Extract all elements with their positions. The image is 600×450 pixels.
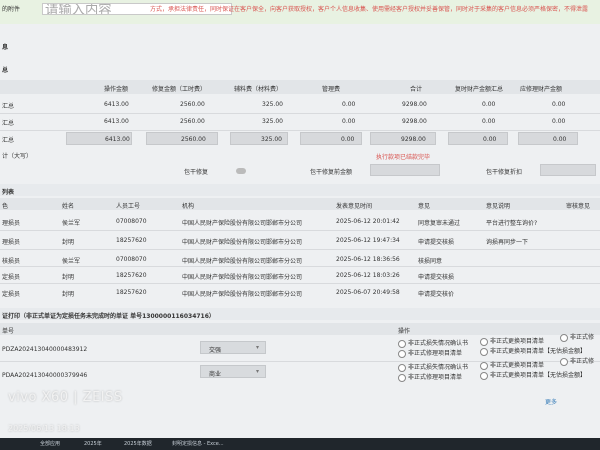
print-option[interactable]: 非正式修 xyxy=(560,332,594,342)
document-print-section: 证打印（非正式单证为定损任务未完成时的单证 单号1300000116034716… xyxy=(0,308,600,320)
insurance-type-select[interactable]: 商业 ▾ xyxy=(200,365,266,378)
print-table-header: 单号 操作 xyxy=(0,323,600,335)
taskbar-item[interactable]: 封明定损信息 - Exce... xyxy=(172,440,224,448)
print-option[interactable]: 非正式修理项目清单 xyxy=(398,372,462,382)
os-taskbar: 全部应用 2025年 2025年数据 封明定损信息 - Exce... xyxy=(0,438,600,450)
summary-row-label: 汇总 xyxy=(2,120,15,127)
summary-cell: 0.00 xyxy=(482,101,496,108)
summary-cell: 0.00 xyxy=(552,101,566,108)
camera-watermark-brand: vivo X60 | ZEISS xyxy=(8,390,123,405)
amount-field[interactable]: 2560.00 xyxy=(146,132,218,145)
taskbar-item[interactable]: 2025年 xyxy=(84,440,102,448)
opinion-list-section: 列表 xyxy=(0,184,600,196)
summary-row-editable: 汇总 6413.00 2560.00 325.00 0.00 9298.00 0… xyxy=(0,131,600,147)
opinion-list-title: 列表 xyxy=(2,189,15,196)
document-print-title: 证打印（非正式单证为定损任务未完成时的单证 单号1300000116034716… xyxy=(2,313,215,320)
table-row[interactable]: 定损员 封明 18257620 中国人民财产保险股份有限公司邯郸市分公司 202… xyxy=(0,284,600,299)
package-repair-label: 包干修复 xyxy=(184,169,209,176)
section-label-info: 息 xyxy=(2,44,9,51)
taskbar-item[interactable]: 全部应用 xyxy=(40,440,60,448)
print-option[interactable]: 非正式修理项目清单 xyxy=(398,348,462,358)
section-label-summary: 总 xyxy=(2,67,9,74)
policy-number: PDZA202413040000483912 xyxy=(2,346,88,353)
amount-field[interactable]: 0.00 xyxy=(518,132,578,145)
summary-header: 操作金额 修复金额（工时费） 辅料费（材料费） 管理费 合计 复时财产金额汇总 … xyxy=(0,80,600,94)
app-screen: 的附件 方式，承担法律责任，同时保证在客户保全，向客户获取授权，客户个人信息收集… xyxy=(0,0,600,450)
amount-field[interactable]: 6413.00 xyxy=(66,132,132,145)
summary-cell: 9298.00 xyxy=(402,101,427,108)
radio-icon xyxy=(480,361,488,370)
summary-row-label: 汇总 xyxy=(2,137,15,144)
chevron-down-icon: ▾ xyxy=(255,344,259,351)
opinion-list-header: 色 姓名 人员工号 机构 发表意见时间 意见 意见说明 审核意见 xyxy=(0,198,600,210)
summary-col-4: 管理费 xyxy=(322,86,341,93)
summary-col-6: 复时财产金额汇总 xyxy=(455,86,504,93)
print-option[interactable]: 非正式损失情况确认书 xyxy=(398,362,468,372)
summary-cell: 6413.00 xyxy=(104,101,129,108)
print-option[interactable]: 非正式损失情况确认书 xyxy=(398,338,468,348)
summary-col-1: 操作金额 xyxy=(104,86,129,93)
print-row: PDAA202413040000379946 商业 ▾ 非正式损失情况确认书 非正… xyxy=(0,357,600,386)
pre-repair-amount-label: 包干修复前金额 xyxy=(310,169,353,176)
print-option[interactable]: 非正式更换项目清单【无估损金额】 xyxy=(480,370,586,380)
summary-cell: 0.00 xyxy=(482,118,496,125)
summary-cell: 0.00 xyxy=(342,118,356,125)
notice-text: 方式，承担法律责任，同时保证在客户保全，向客户获取授权，客户个人信息收集、使用需… xyxy=(150,6,589,13)
attachment-label: 的附件 xyxy=(2,6,21,13)
print-option[interactable]: 非正式修 xyxy=(560,356,594,366)
summary-cell: 0.00 xyxy=(342,101,356,108)
payment-status-note: 执行款项已结款完毕 xyxy=(376,154,431,161)
package-repair-toggle[interactable] xyxy=(236,168,246,174)
summary-cell: 0.00 xyxy=(552,118,566,125)
pre-repair-amount-input[interactable] xyxy=(370,164,440,176)
radio-icon xyxy=(560,333,568,342)
amount-field[interactable]: 0.00 xyxy=(448,132,508,145)
summary-cell: 2560.00 xyxy=(180,101,205,108)
radio-icon xyxy=(480,347,488,356)
amount-in-words-label: 计（大写） xyxy=(2,153,33,160)
summary-row-label: 汇总 xyxy=(2,103,15,110)
summary-cell: 2560.00 xyxy=(180,118,205,125)
policy-number: PDAA202413040000379946 xyxy=(2,372,88,379)
summary-cell: 325.00 xyxy=(262,118,283,125)
summary-col-7: 应修理财产金额 xyxy=(520,86,563,93)
table-row[interactable]: 理损员 封明 18257620 中国人民财产保险股份有限公司邯郸市分公司 202… xyxy=(0,232,600,247)
repair-fields: 包干修复 包干修复前金额 包干修复折扣 xyxy=(0,163,600,177)
amount-field[interactable]: 325.00 xyxy=(230,132,288,145)
print-row: PDZA202413040000483912 交强 ▾ 非正式损失情况确认书 非正… xyxy=(0,333,600,360)
notice-bar: 的附件 方式，承担法律责任，同时保证在客户保全，向客户获取授权，客户个人信息收集… xyxy=(0,0,600,24)
print-option[interactable]: 非正式更换项目清单 xyxy=(480,336,544,346)
summary-col-2: 修复金额（工时费） xyxy=(152,86,207,93)
insurance-type-select[interactable]: 交强 ▾ xyxy=(200,341,266,354)
chevron-down-icon: ▾ xyxy=(255,368,259,375)
repair-discount-label: 包干修复折扣 xyxy=(486,169,523,176)
repair-discount-input[interactable] xyxy=(540,164,596,176)
camera-watermark-datetime: 2025/06/13 18:13 xyxy=(8,424,80,433)
amount-field[interactable]: 9298.00 xyxy=(370,132,436,145)
taskbar-item[interactable]: 2025年数据 xyxy=(124,440,152,448)
summary-row: 汇总 6413.00 2560.00 325.00 0.00 9298.00 0… xyxy=(0,114,600,130)
summary-col-5: 合计 xyxy=(410,86,423,93)
summary-cell: 325.00 xyxy=(262,101,283,108)
summary-cell: 6413.00 xyxy=(104,118,129,125)
print-option[interactable]: 非正式更换项目清单 xyxy=(480,360,544,370)
radio-icon xyxy=(560,357,568,366)
summary-cell: 9298.00 xyxy=(402,118,427,125)
table-row[interactable]: 理损员 侯兰军 07008070 中国人民财产保险股份有限公司邯郸市分公司 20… xyxy=(0,213,600,228)
print-option[interactable]: 非正式更换项目清单【无估损金额】 xyxy=(480,346,586,356)
radio-icon xyxy=(398,373,406,382)
radio-icon xyxy=(398,363,406,372)
radio-icon xyxy=(398,339,406,348)
summary-row: 汇总 6413.00 2560.00 325.00 0.00 9298.00 0… xyxy=(0,97,600,113)
table-row[interactable]: 核损员 侯兰军 07008070 中国人民财产保险股份有限公司邯郸市分公司 20… xyxy=(0,251,600,266)
radio-icon xyxy=(398,349,406,358)
amount-field[interactable]: 0.00 xyxy=(300,132,362,145)
more-link[interactable]: 更多 xyxy=(545,397,557,406)
table-row[interactable]: 定损员 封明 18257620 中国人民财产保险股份有限公司邯郸市分公司 202… xyxy=(0,267,600,282)
summary-col-3: 辅料费（材料费） xyxy=(234,86,283,93)
radio-icon xyxy=(480,337,488,346)
radio-icon xyxy=(480,371,488,380)
